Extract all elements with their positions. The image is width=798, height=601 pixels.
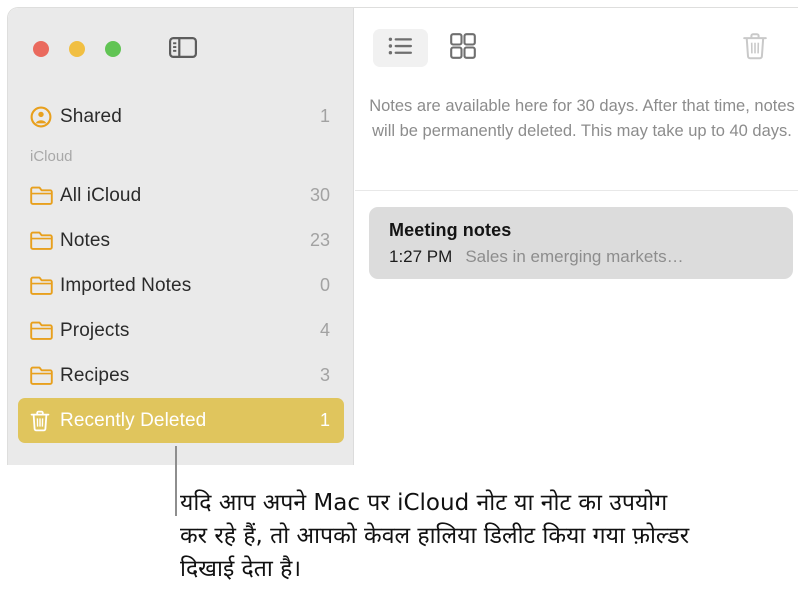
sidebar-item-count: 1: [319, 410, 330, 430]
sidebar-item-label: Shared: [60, 105, 122, 127]
delete-button[interactable]: [733, 27, 777, 69]
window-controls: [33, 41, 121, 57]
screenshot-root: Shared 1 iCloud All iCloud 30 Notes 23 I…: [0, 0, 798, 601]
sidebar-toggle-button[interactable]: [167, 36, 198, 63]
zoom-button[interactable]: [105, 41, 121, 57]
folder-icon: [30, 276, 56, 295]
close-button[interactable]: [33, 41, 49, 57]
sidebar-item-label: Notes: [60, 229, 111, 251]
sidebar-list: Shared 1 iCloud All iCloud 30 Notes 23 I…: [8, 94, 354, 443]
folder-icon: [30, 231, 56, 250]
notes-window: Shared 1 iCloud All iCloud 30 Notes 23 I…: [7, 7, 798, 465]
sidebar-item-notes[interactable]: Notes 23: [18, 218, 344, 263]
minimize-button[interactable]: [69, 41, 85, 57]
note-meta: 1:27 PM Sales in emerging markets…: [389, 247, 793, 267]
sidebar-item-count: 4: [319, 320, 330, 340]
sidebar-item-label: Recently Deleted: [60, 409, 207, 431]
retention-info-text: Notes are available here for 30 days. Af…: [369, 97, 795, 140]
sidebar-item-label: Projects: [60, 319, 130, 341]
toolbar-divider: [355, 190, 798, 191]
gallery-view-button[interactable]: [437, 29, 489, 67]
content-pane: Notes are available here for 30 days. Af…: [355, 8, 798, 465]
folder-icon: [30, 321, 56, 340]
sidebar-item-count: 1: [319, 106, 330, 126]
callout-leader-line: [175, 446, 177, 516]
callout-caption: यदि आप अपने Mac पर iCloud नोट या नोट का …: [180, 490, 690, 582]
sidebar-section-header: iCloud: [30, 147, 73, 165]
sidebar-item-count: 23: [309, 230, 330, 250]
gallery-view-icon: [450, 32, 476, 64]
note-list-item[interactable]: Meeting notes 1:27 PM Sales in emerging …: [369, 207, 793, 279]
sidebar-item-label: Recipes: [60, 364, 130, 386]
trash-icon: [742, 32, 768, 65]
note-title: Meeting notes: [389, 220, 512, 240]
sidebar-item-count: 30: [309, 185, 330, 205]
sidebar-item-label: All iCloud: [60, 184, 142, 206]
sidebar-item-label: Imported Notes: [60, 274, 192, 296]
toolbar: [355, 8, 798, 82]
sidebar-toggle-icon: [168, 36, 197, 63]
sidebar-item-projects[interactable]: Projects 4: [18, 308, 344, 353]
sidebar: Shared 1 iCloud All iCloud 30 Notes 23 I…: [8, 8, 354, 465]
note-time: 1:27 PM: [389, 247, 453, 266]
sidebar-item-count: 0: [319, 275, 330, 295]
sidebar-item-recently-deleted[interactable]: Recently Deleted 1: [18, 398, 344, 443]
list-view-button[interactable]: [373, 29, 428, 67]
list-view-icon: [388, 36, 414, 61]
sidebar-item-imported-notes[interactable]: Imported Notes 0: [18, 263, 344, 308]
shared-person-icon: [30, 106, 56, 128]
sidebar-item-shared[interactable]: Shared 1: [18, 94, 344, 139]
trash-icon: [30, 410, 56, 432]
folder-icon: [30, 186, 56, 205]
sidebar-item-all-icloud[interactable]: All iCloud 30: [18, 173, 344, 218]
sidebar-item-count: 3: [319, 365, 330, 385]
note-snippet: Sales in emerging markets…: [465, 247, 684, 266]
folder-icon: [30, 366, 56, 385]
sidebar-item-recipes[interactable]: Recipes 3: [18, 353, 344, 398]
